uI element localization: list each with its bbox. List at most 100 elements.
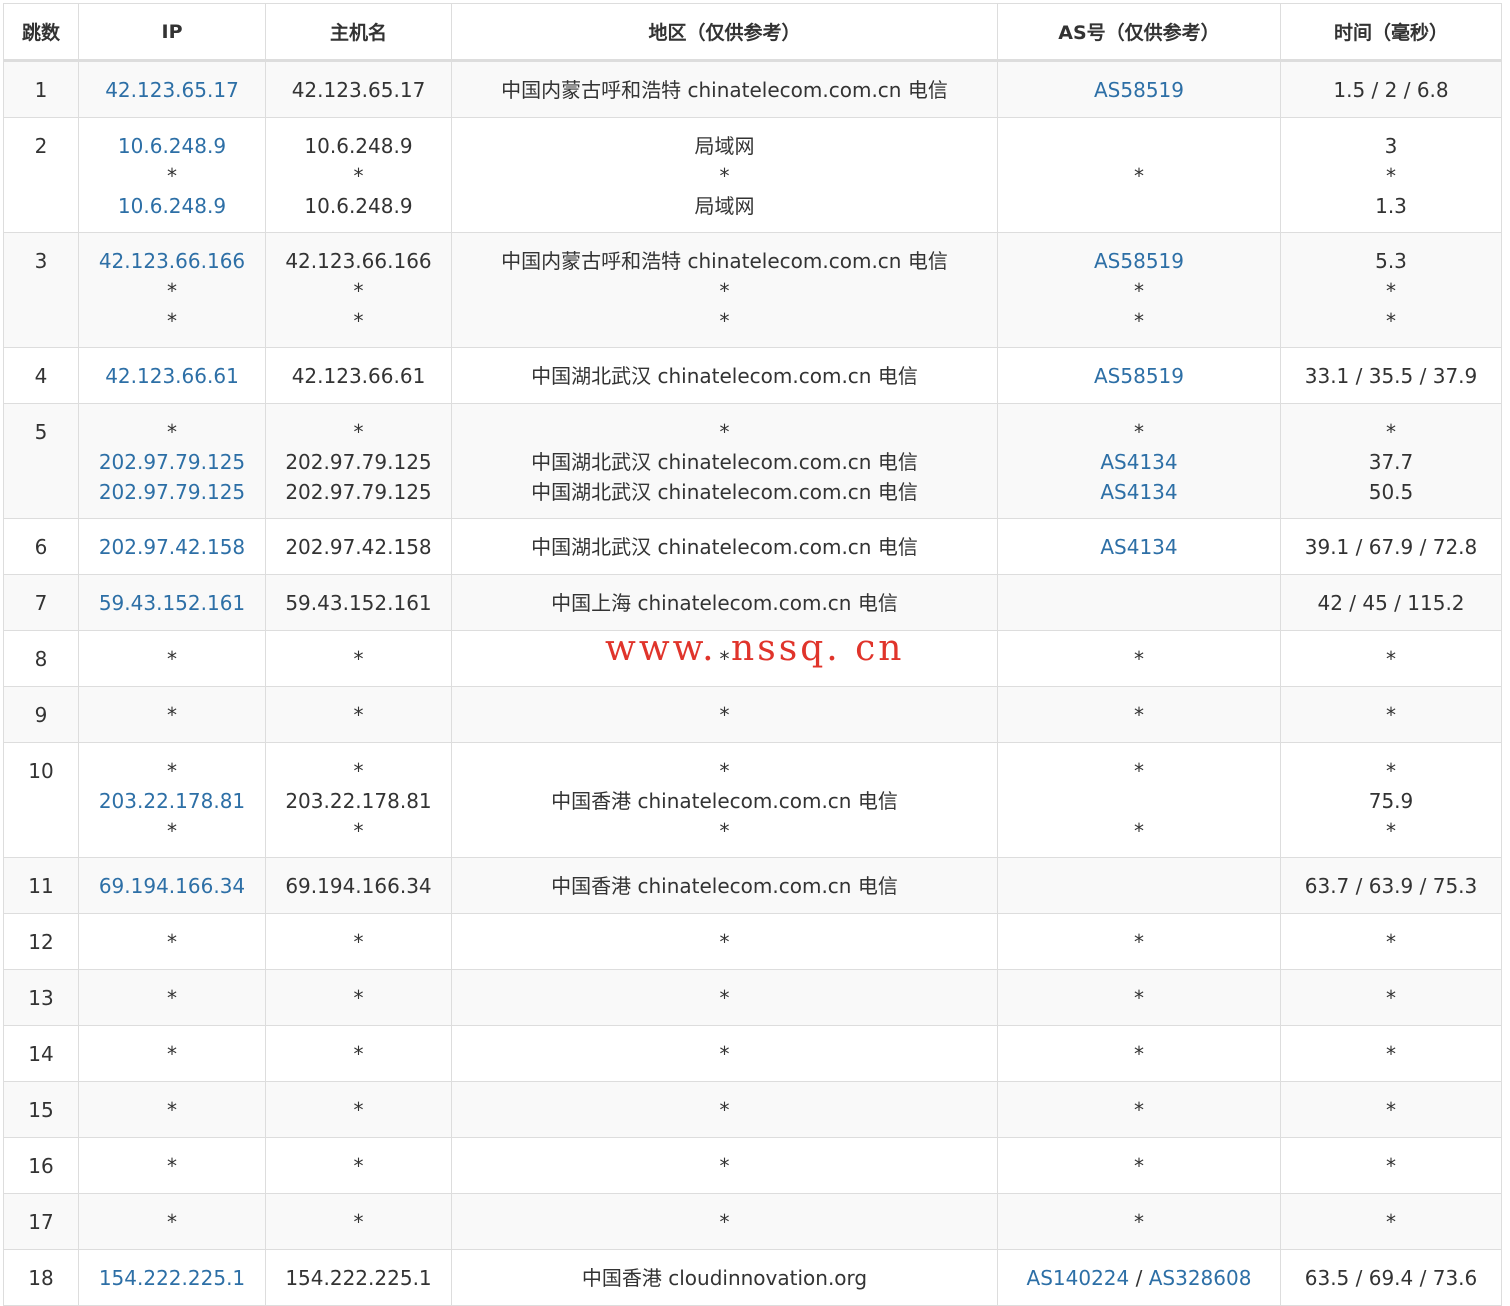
region-cell: 中国湖北武汉 chinatelecom.com.cn 电信 <box>451 347 998 404</box>
hop-cell: 5 <box>3 403 79 519</box>
hostname: * <box>353 819 364 843</box>
ip-cell: 69.194.166.34 <box>78 857 266 914</box>
hop-number: 3 <box>34 249 48 273</box>
region-cell: 局域网 * 局域网 <box>451 117 998 233</box>
region-cell: * <box>451 1193 998 1250</box>
region-text: * <box>719 759 730 783</box>
latency-value: 63.5 / 69.4 / 73.6 <box>1304 1266 1478 1290</box>
header-hop: 跳数 <box>3 3 79 62</box>
hop-number: 7 <box>34 591 48 615</box>
ip-cell: * <box>78 630 266 687</box>
as-number-link[interactable]: AS4134 <box>1100 450 1177 474</box>
hostname-cell: 154.222.225.1 <box>265 1249 452 1306</box>
table-row: 17 * * * * * <box>3 1193 1502 1250</box>
ip-address-link[interactable]: 154.222.225.1 <box>79 1263 265 1293</box>
ip-address-link[interactable]: 42.123.66.61 <box>79 361 265 391</box>
ip-address-link[interactable]: 10.6.248.9 <box>79 191 265 221</box>
hostname: * <box>353 420 364 444</box>
time-cell: * <box>1280 1193 1502 1250</box>
latency-value: * <box>1386 819 1396 843</box>
hop-cell: 1 <box>3 60 79 118</box>
latency-value: * <box>1386 759 1396 783</box>
ip-address: * <box>167 309 177 333</box>
hostname: * <box>353 1098 364 1122</box>
hop-cell: 6 <box>3 518 79 575</box>
ip-address: * <box>167 930 177 954</box>
hostname: * <box>353 279 364 303</box>
as-number: * <box>1134 1098 1144 1122</box>
region-cell: * <box>451 969 998 1026</box>
ip-address-link[interactable]: 10.6.248.9 <box>79 131 265 161</box>
as-number: * <box>1134 279 1144 303</box>
ip-address: * <box>167 759 177 783</box>
ip-address-link[interactable]: 202.97.42.158 <box>79 532 265 562</box>
hop-cell: 17 <box>3 1193 79 1250</box>
as-line: * <box>998 644 1280 674</box>
table-row: 5 * 202.97.79.125 202.97.79.125 * 202.97.79.1… <box>3 403 1502 519</box>
hop-number: 2 <box>34 134 48 158</box>
hop-number: 12 <box>28 930 54 954</box>
as-number-link[interactable]: AS58519 <box>1094 249 1184 273</box>
hostname-cell: * <box>265 686 452 743</box>
hostname-cell: * <box>265 969 452 1026</box>
latency-value: 63.7 / 63.9 / 75.3 <box>1304 874 1478 898</box>
ip-address-link[interactable]: 69.194.166.34 <box>79 871 265 901</box>
ip-address-link[interactable]: 202.97.79.125 <box>79 477 265 507</box>
hostname: 10.6.248.9 <box>304 194 413 218</box>
region-text: 中国湖北武汉 chinatelecom.com.cn 电信 <box>531 364 918 388</box>
as-number-link[interactable]: AS4134 <box>1100 535 1177 559</box>
as-cell: * AS4134 AS4134 <box>997 403 1281 519</box>
as-line: * <box>998 983 1280 1013</box>
as-line: * <box>998 700 1280 730</box>
time-cell: * 75.9 * <box>1280 742 1502 858</box>
ip-address-link[interactable]: 42.123.65.17 <box>79 75 265 105</box>
as-number: * <box>1134 309 1144 333</box>
hostname-cell: * <box>265 1193 452 1250</box>
region-text: * <box>719 986 730 1010</box>
as-line: * <box>998 1207 1280 1237</box>
table-row: 18 154.222.225.1 154.222.225.1 中国香港 cloudin… <box>3 1249 1502 1306</box>
hostname: * <box>353 986 364 1010</box>
latency-value: 1.5 / 2 / 6.8 <box>1333 78 1449 102</box>
region-text: * <box>719 819 730 843</box>
as-number-link[interactable]: AS328608 <box>1149 1266 1252 1290</box>
as-number-link[interactable]: AS58519 <box>1094 78 1184 102</box>
as-number: * <box>1134 647 1144 671</box>
ip-address: * <box>167 1154 177 1178</box>
as-line: * <box>998 161 1280 191</box>
as-number-link[interactable]: AS4134 <box>1100 480 1177 504</box>
as-number-link[interactable]: AS58519 <box>1094 364 1184 388</box>
table-row: 3 42.123.66.166 * * 42.123.66.166 * * 中国内蒙古呼和浩特… <box>3 232 1502 348</box>
hostname: 42.123.65.17 <box>291 78 426 102</box>
hop-number: 15 <box>28 1098 54 1122</box>
hop-number: 13 <box>28 986 54 1010</box>
time-cell: * 37.7 50.5 <box>1280 403 1502 519</box>
hostname: * <box>353 703 364 727</box>
hop-number: 8 <box>34 647 48 671</box>
region-text: 中国香港 chinatelecom.com.cn 电信 <box>551 874 898 898</box>
hostname: 69.194.166.34 <box>285 874 432 898</box>
time-cell: 5.3 * * <box>1280 232 1502 348</box>
as-number: * <box>1134 703 1144 727</box>
as-line: AS4134 <box>998 477 1280 507</box>
as-line: AS140224 / AS328608 <box>998 1263 1280 1293</box>
ip-address-link[interactable]: 59.43.152.161 <box>79 588 265 618</box>
ip-address-link[interactable]: 42.123.66.166 <box>79 246 265 276</box>
hop-cell: 11 <box>3 857 79 914</box>
hop-cell: 16 <box>3 1137 79 1194</box>
ip-cell: 42.123.66.61 <box>78 347 266 404</box>
latency-value: 1.3 <box>1375 194 1407 218</box>
ip-address-link[interactable]: 203.22.178.81 <box>79 786 265 816</box>
hostname: * <box>353 1154 364 1178</box>
as-number-link[interactable]: AS140224 <box>1027 1266 1130 1290</box>
ip-cell: * <box>78 1137 266 1194</box>
header-hostname: 主机名 <box>265 3 452 62</box>
ip-address-link[interactable]: 202.97.79.125 <box>79 447 265 477</box>
hostname: 42.123.66.61 <box>291 364 426 388</box>
as-number: * <box>1134 420 1144 444</box>
hostname-cell: 69.194.166.34 <box>265 857 452 914</box>
ip-address: * <box>167 1042 177 1066</box>
hostname: 202.97.79.125 <box>285 480 432 504</box>
table-row: 16 * * * * * <box>3 1137 1502 1194</box>
hop-number: 5 <box>34 420 48 444</box>
